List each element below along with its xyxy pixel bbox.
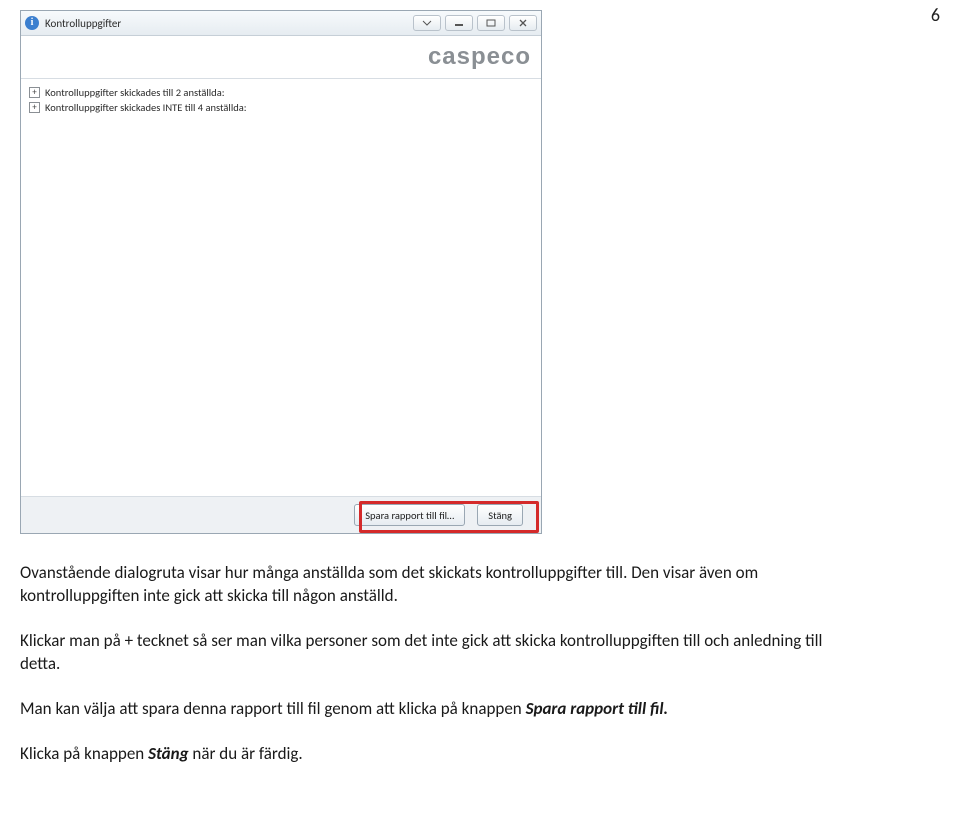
page-number: 6 bbox=[931, 4, 940, 26]
tree-row-label: Kontrolluppgifter skickades till 2 anstä… bbox=[45, 85, 225, 100]
paragraph: Klicka på knappen Stäng när du är färdig… bbox=[20, 743, 860, 766]
tree-row: + Kontrolluppgifter skickades till 2 ans… bbox=[29, 85, 533, 100]
info-icon: i bbox=[25, 16, 39, 30]
result-tree: + Kontrolluppgifter skickades till 2 ans… bbox=[21, 79, 541, 497]
titlebar: i Kontrolluppgifter bbox=[21, 11, 541, 36]
close-button[interactable] bbox=[509, 15, 537, 31]
tree-row: + Kontrolluppgifter skickades INTE till … bbox=[29, 100, 533, 115]
window-controls bbox=[413, 15, 537, 31]
expand-icon[interactable]: + bbox=[29, 87, 40, 98]
expand-icon[interactable]: + bbox=[29, 102, 40, 113]
paragraph: Ovanstående dialogruta visar hur många a… bbox=[20, 562, 860, 608]
window-options-button[interactable] bbox=[413, 15, 441, 31]
minimize-button[interactable] bbox=[445, 15, 473, 31]
body-text: Ovanstående dialogruta visar hur många a… bbox=[20, 562, 860, 766]
brand-logo: caspeco bbox=[428, 43, 531, 71]
window-title: Kontrolluppgifter bbox=[45, 17, 413, 30]
brand-row: caspeco bbox=[21, 36, 541, 79]
text: när du är färdig. bbox=[189, 743, 303, 764]
text: Man kan välja att spara denna rapport ti… bbox=[20, 698, 526, 719]
close-dialog-button[interactable]: Stäng bbox=[477, 504, 523, 526]
text: Klickar man på + tecknet så ser man vilk… bbox=[20, 630, 822, 674]
document-page: 6 i Kontrolluppgifter caspeco bbox=[0, 0, 960, 818]
emphasis: Spara rapport till fil. bbox=[526, 698, 669, 719]
dialog-window: i Kontrolluppgifter caspeco bbox=[20, 10, 542, 534]
tree-row-label: Kontrolluppgifter skickades INTE till 4 … bbox=[45, 100, 247, 115]
paragraph: Klickar man på + tecknet så ser man vilk… bbox=[20, 630, 860, 676]
emphasis: Stäng bbox=[148, 743, 189, 764]
text: Ovanstående dialogruta visar hur många a… bbox=[20, 562, 758, 606]
save-report-button[interactable]: Spara rapport till fil… bbox=[354, 504, 465, 526]
maximize-button[interactable] bbox=[477, 15, 505, 31]
button-bar: Spara rapport till fil… Stäng bbox=[21, 497, 541, 533]
text: Klicka på knappen bbox=[20, 743, 148, 764]
paragraph: Man kan välja att spara denna rapport ti… bbox=[20, 698, 860, 721]
